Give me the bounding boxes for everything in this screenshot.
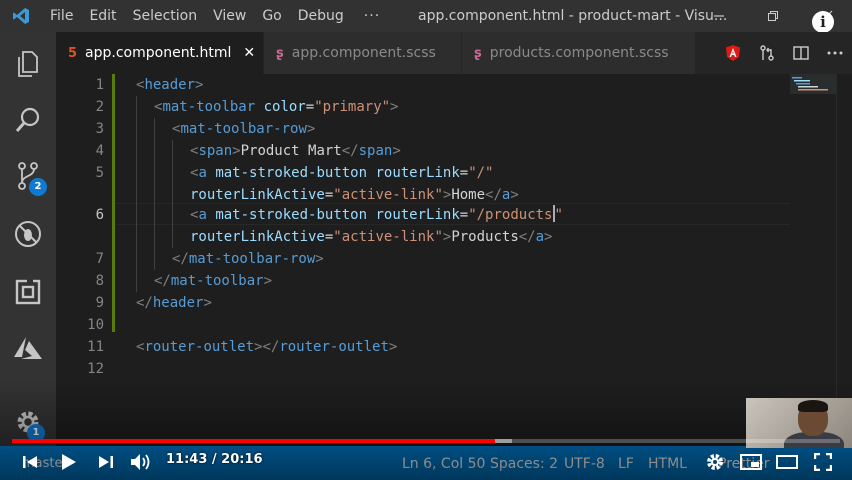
line-ending[interactable]: LF — [618, 446, 634, 480]
menu-more[interactable]: ··· — [352, 0, 392, 32]
miniplayer-button[interactable] — [738, 450, 764, 474]
info-icon[interactable]: i — [812, 11, 834, 33]
play-icon — [62, 454, 76, 470]
played-bar — [12, 439, 495, 443]
code-line-6: <a mat-stroked-button routerLink="/produ… — [190, 205, 563, 223]
code-line-11: <router-outlet></router-outlet> — [136, 339, 398, 355]
indent-guide — [136, 96, 137, 292]
theater-mode-button[interactable] — [774, 450, 800, 474]
code-line-5-wrap: routerLinkActive="active-link">Home</a> — [190, 187, 519, 203]
line-number: 2 — [95, 99, 104, 115]
editor-scrollbar[interactable] — [836, 74, 852, 446]
previous-button[interactable] — [16, 450, 44, 474]
restore-icon — [768, 11, 778, 21]
source-control-icon[interactable]: 2 — [0, 152, 56, 200]
tab-app-component-html[interactable]: 5 app.component.html ✕ — [56, 32, 264, 74]
editor-actions — [716, 32, 852, 74]
miniplayer-icon — [740, 454, 762, 470]
menu-selection[interactable]: Selection — [125, 0, 206, 32]
indent-guide — [172, 140, 173, 248]
fullscreen-icon — [814, 453, 832, 471]
minimap-preview — [790, 74, 836, 94]
azure-icon[interactable] — [0, 324, 56, 372]
line-number: 4 — [95, 143, 104, 159]
activity-bar: 2 1 — [0, 32, 56, 446]
menu-go[interactable]: Go — [254, 0, 289, 32]
search-icon[interactable] — [0, 96, 56, 144]
next-icon — [99, 456, 113, 468]
line-number: 1 — [95, 77, 104, 93]
code-line-1: <header> — [136, 77, 204, 93]
vscode-logo-icon — [0, 0, 42, 32]
close-tab-icon[interactable]: ✕ — [243, 45, 255, 61]
extensions-icon[interactable] — [0, 268, 56, 316]
next-button[interactable] — [92, 450, 120, 474]
menu-edit[interactable]: Edit — [81, 0, 124, 32]
fullscreen-button[interactable] — [810, 450, 836, 474]
theater-mode-icon — [776, 455, 798, 469]
restore-button[interactable] — [750, 0, 796, 32]
video-time: 11:43 / 20:16 — [166, 452, 263, 467]
html5-icon: 5 — [68, 45, 78, 61]
line-number-gutter: 1 2 3 4 5 6 7 8 9 10 11 12 — [56, 74, 112, 446]
tab-label: products.component.scss — [489, 45, 669, 61]
line-number: 11 — [87, 339, 104, 355]
volume-icon — [131, 454, 150, 470]
code-line-3: <mat-toolbar-row> — [172, 121, 316, 137]
player-settings-button[interactable] — [702, 450, 728, 474]
git-modified-indicator — [112, 74, 115, 332]
line-number: 7 — [95, 251, 104, 267]
explorer-icon[interactable] — [0, 40, 56, 88]
indent-guide — [154, 118, 155, 270]
angular-icon[interactable] — [716, 32, 750, 74]
tab-label: app.component.html — [85, 45, 232, 61]
line-number: 10 — [87, 317, 104, 333]
split-editor-icon[interactable] — [784, 32, 818, 74]
line-number: 5 — [95, 165, 104, 181]
line-number: 12 — [87, 361, 104, 377]
title-bar: File Edit Selection View Go Debug ··· ap… — [0, 0, 852, 33]
minimize-icon — [714, 15, 724, 17]
code-line-5: <a mat-stroked-button routerLink="/" — [190, 165, 494, 181]
window-title: app.component.html - product-mart - Visu… — [418, 8, 728, 24]
line-number: 8 — [95, 273, 104, 289]
code-line-8: </mat-toolbar> — [154, 273, 273, 289]
cursor-position[interactable]: Ln 6, Col 50 — [402, 446, 485, 480]
sass-icon: ʂ — [474, 45, 482, 61]
sass-icon: ʂ — [276, 45, 284, 61]
debug-icon[interactable] — [0, 210, 56, 258]
volume-button[interactable] — [128, 450, 154, 474]
language-mode[interactable]: HTML — [648, 446, 687, 480]
indentation[interactable]: Spaces: 2 — [490, 446, 558, 480]
tab-app-component-scss[interactable]: ʂ app.component.scss — [264, 32, 462, 74]
menu-view[interactable]: View — [205, 0, 254, 32]
player-gear-icon — [707, 454, 723, 470]
line-number: 3 — [95, 121, 104, 137]
editor-tab-bar: 5 app.component.html ✕ ʂ app.component.s… — [56, 32, 852, 74]
minimap[interactable] — [790, 74, 836, 446]
code-line-2: <mat-toolbar color="primary"> — [154, 99, 399, 115]
previous-icon — [23, 456, 37, 468]
code-line-7: </mat-toolbar-row> — [172, 251, 324, 267]
file-encoding[interactable]: UTF-8 — [564, 446, 605, 480]
open-changes-icon[interactable] — [750, 32, 784, 74]
code-line-9: </header> — [136, 295, 212, 311]
code-line-6-wrap: routerLinkActive="active-link">Products<… — [190, 229, 553, 245]
more-actions-icon[interactable] — [818, 32, 852, 74]
tab-products-component-scss[interactable]: ʂ products.component.scss — [462, 32, 696, 74]
tab-label: app.component.scss — [291, 45, 436, 61]
source-control-badge: 2 — [29, 178, 47, 196]
code-line-4: <span>Product Mart</span> — [190, 143, 401, 159]
line-number-current: 6 — [95, 207, 104, 223]
line-number: 9 — [95, 295, 104, 311]
menu-debug[interactable]: Debug — [290, 0, 352, 32]
play-button[interactable] — [54, 450, 84, 474]
minimize-button[interactable] — [696, 0, 742, 32]
video-progress-bar[interactable] — [12, 439, 840, 443]
menu-file[interactable]: File — [42, 0, 81, 32]
code-editor[interactable]: 1 2 3 4 5 6 7 8 9 10 11 12 <header> <mat… — [56, 74, 848, 446]
